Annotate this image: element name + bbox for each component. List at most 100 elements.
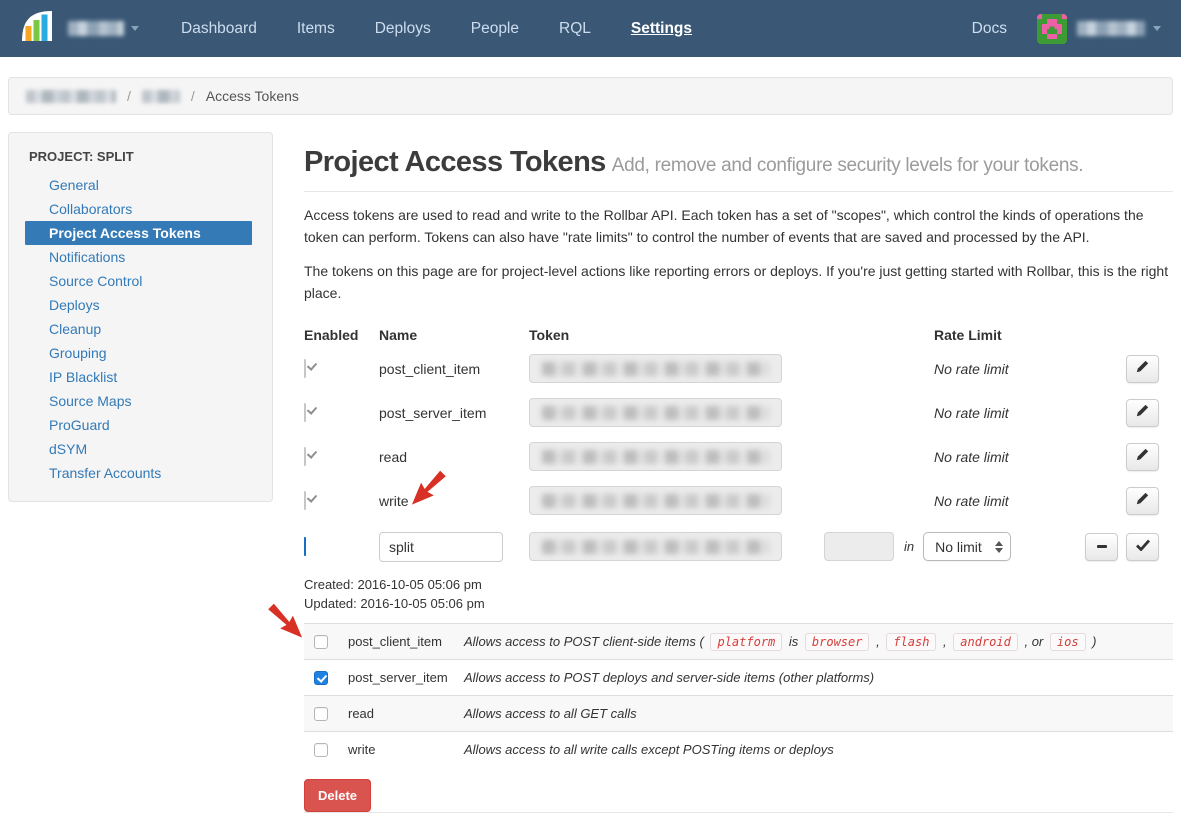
sidebar-item[interactable]: Notifications — [25, 245, 252, 269]
sidebar-item[interactable]: Collaborators — [25, 197, 252, 221]
avatar[interactable] — [1037, 14, 1067, 44]
breadcrumb-project-link-blurred[interactable] — [142, 90, 180, 103]
user-menu[interactable] — [1077, 21, 1161, 36]
page-title-text: Project Access Tokens — [304, 146, 606, 178]
settings-sidebar: PROJECT: SPLIT General Collaborators Pro… — [8, 132, 273, 502]
token-row: post_server_item No rate limit — [304, 391, 1173, 435]
minus-icon — [1097, 545, 1107, 548]
docs-link[interactable]: Docs — [954, 14, 1025, 44]
token-field[interactable] — [529, 354, 782, 383]
chevron-down-icon — [1153, 26, 1161, 31]
scope-description: Allows access to POST client-side items … — [464, 634, 1097, 649]
rollbar-logo[interactable] — [20, 9, 54, 48]
sidebar-item[interactable]: dSYM — [25, 437, 252, 461]
blurred-token-value — [542, 450, 769, 464]
pencil-icon — [1136, 448, 1149, 466]
scope-checkbox[interactable] — [314, 635, 328, 649]
rate-window-select[interactable]: No limit — [923, 532, 1011, 561]
rate-limit-cell: No rate limit — [824, 449, 1126, 465]
token-name: post_client_item — [379, 361, 529, 377]
scope-checkbox[interactable] — [314, 671, 328, 685]
nav-link[interactable]: Items — [277, 14, 355, 44]
header-enabled: Enabled — [304, 327, 379, 343]
sidebar-item[interactable]: Cleanup — [25, 317, 252, 341]
breadcrumb-current: Access Tokens — [206, 88, 299, 104]
nav-link[interactable]: People — [451, 14, 539, 44]
enabled-checkbox[interactable] — [304, 447, 306, 466]
scope-name: post_server_item — [348, 670, 448, 685]
token-field[interactable] — [529, 442, 782, 471]
sidebar-item[interactable]: Deploys — [25, 293, 252, 317]
rate-limit-cell: No rate limit — [824, 493, 1126, 509]
token-field[interactable] — [529, 398, 782, 427]
scope-name: write — [348, 742, 448, 757]
rate-limit-widgets: in No limit — [824, 532, 1085, 561]
page-subtitle: Add, remove and configure security level… — [612, 155, 1084, 176]
sidebar-items: General Collaborators Project Access Tok… — [9, 173, 272, 485]
token-cell — [529, 398, 824, 427]
edit-button[interactable] — [1126, 487, 1159, 515]
sidebar-item[interactable]: Grouping — [25, 341, 252, 365]
token-cell — [529, 354, 824, 383]
sidebar-item[interactable]: General — [25, 173, 252, 197]
rate-limit-input[interactable] — [824, 532, 894, 561]
edit-button[interactable] — [1126, 355, 1159, 383]
platform-code-badge: flash — [886, 633, 936, 651]
page-title: Project Access Tokens Add, remove and con… — [304, 146, 1173, 179]
header-token: Token — [529, 327, 824, 343]
scope-row: write Allows access to all write calls e… — [304, 731, 1173, 767]
enabled-checkbox[interactable] — [304, 359, 306, 378]
enabled-checkbox[interactable] — [304, 403, 306, 422]
blurred-project-name — [68, 21, 124, 36]
sidebar-item[interactable]: Transfer Accounts — [25, 461, 252, 485]
row-actions — [1085, 533, 1173, 561]
rollbar-logo-icon — [20, 9, 54, 48]
page-layout: PROJECT: SPLIT General Collaborators Pro… — [0, 132, 1181, 813]
enabled-checkbox[interactable] — [304, 491, 306, 510]
scope-description: Allows access to POST deploys and server… — [464, 670, 874, 685]
updated-text: Updated: 2016-10-05 05:06 pm — [304, 595, 1173, 614]
breadcrumb-account-link-blurred[interactable] — [26, 90, 116, 103]
nav-link[interactable]: RQL — [539, 14, 611, 44]
sidebar-item[interactable]: Project Access Tokens — [25, 221, 252, 245]
remove-row-button[interactable] — [1085, 533, 1118, 561]
project-selector[interactable] — [68, 21, 139, 36]
edit-button[interactable] — [1126, 443, 1159, 471]
sidebar-item[interactable]: Source Maps — [25, 389, 252, 413]
pencil-icon — [1136, 404, 1149, 422]
nav-link[interactable]: Settings — [611, 14, 712, 44]
sidebar-item[interactable]: Source Control — [25, 269, 252, 293]
check-icon — [1136, 538, 1150, 556]
pencil-icon — [1136, 360, 1149, 378]
chevron-down-icon — [131, 26, 139, 31]
token-field[interactable] — [529, 486, 782, 515]
intro-paragraph-1: Access tokens are used to read and write… — [304, 205, 1173, 248]
sidebar-item[interactable]: ProGuard — [25, 413, 252, 437]
header-rate-limit: Rate Limit — [824, 327, 1173, 343]
rate-window-value: No limit — [935, 539, 982, 555]
scope-checkbox[interactable] — [314, 707, 328, 721]
scope-checkbox[interactable] — [314, 743, 328, 757]
rate-limit-cell: No rate limit — [824, 361, 1126, 377]
new-token-enabled-checkbox[interactable] — [304, 537, 306, 556]
platform-code-badge: platform — [710, 633, 782, 651]
edit-button[interactable] — [1126, 399, 1159, 427]
sidebar-item[interactable]: IP Blacklist — [25, 365, 252, 389]
sidebar-header: PROJECT: SPLIT — [9, 147, 272, 173]
delete-button[interactable]: Delete — [304, 779, 371, 812]
enabled-cell — [304, 538, 379, 556]
nav-right: Docs — [954, 14, 1161, 44]
rate-limit-text: No rate limit — [934, 361, 1009, 377]
nav-link[interactable]: Deploys — [355, 14, 451, 44]
nav-link[interactable]: Dashboard — [161, 14, 277, 44]
new-token-name-input[interactable] — [379, 532, 503, 562]
platform-code-badge: browser — [805, 633, 870, 651]
confirm-row-button[interactable] — [1126, 533, 1159, 561]
scope-description: Allows access to all GET calls — [464, 706, 637, 721]
blurred-username — [1077, 21, 1145, 36]
row-actions — [1126, 443, 1173, 471]
token-row: post_client_item No rate limit — [304, 347, 1173, 391]
token-field[interactable] — [529, 532, 782, 561]
scope-description: Allows access to all write calls except … — [464, 742, 834, 757]
token-cell — [529, 486, 824, 515]
